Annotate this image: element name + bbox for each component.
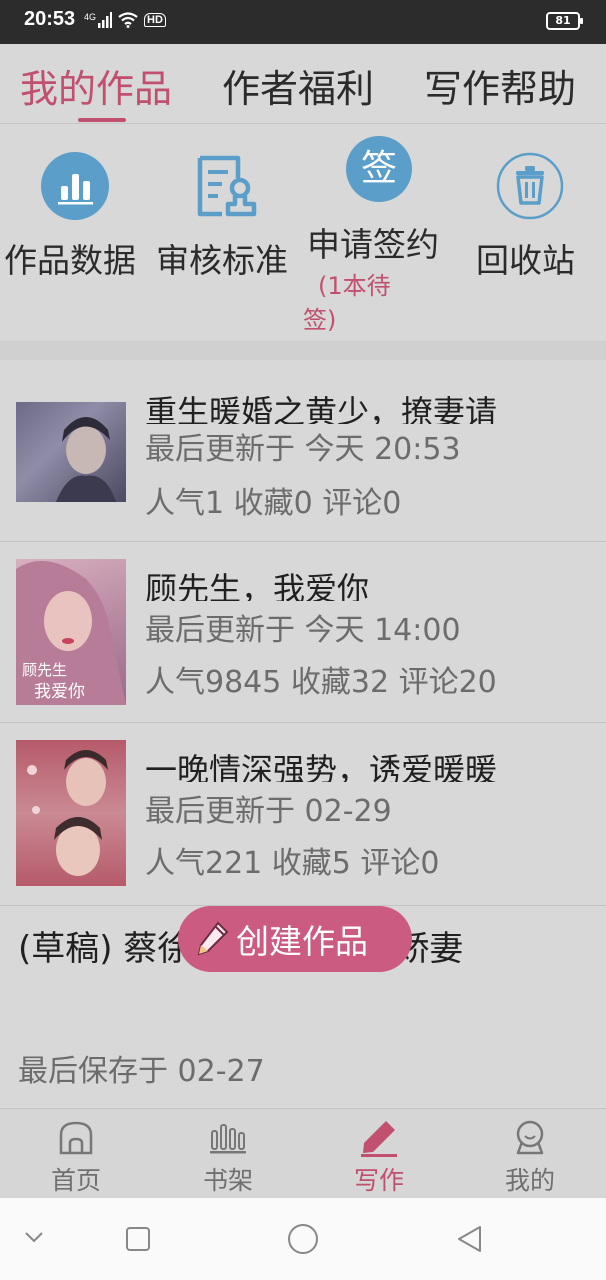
book-stats: 人气9845 收藏32 评论20 (145, 665, 497, 700)
status-bar: 20:53 4G HD 81 (0, 0, 606, 44)
nav-profile[interactable]: 我的 (480, 1109, 580, 1199)
pen-icon (361, 1121, 397, 1157)
cover-art (56, 417, 116, 502)
section-divider (0, 342, 606, 360)
home-icon (59, 1121, 93, 1155)
tab-author-benefits[interactable]: 作者福利 (222, 58, 374, 113)
svg-text:顾先生: 顾先生 (22, 661, 67, 679)
book-item[interactable]: 顾先生 我爱你 顾先生，我爱你 最后更新于 今天 14:00 人气9845 收藏… (0, 543, 606, 723)
quick-actions: 作品数据 审核标准 签 申请签约 (1本待 签) 回收站 (0, 124, 606, 342)
action-work-data-label: 作品数据 (4, 241, 136, 280)
chevron-down-icon[interactable] (24, 1230, 44, 1244)
book-updated: 最后更新于 02-29 (145, 794, 392, 829)
action-apply-contract-label: 申请签约 (307, 225, 439, 264)
book-stats: 人气1 收藏0 评论0 (145, 486, 402, 521)
book-title[interactable]: 顾先生，我爱你 (145, 567, 590, 601)
book-cover[interactable]: 顾先生 我爱你 (16, 559, 126, 705)
sign-icon: 签 (346, 136, 412, 202)
writer-screen: 20:53 4G HD 81 我的作品 作者福利 写作帮助 作品数据 审核标准 … (0, 0, 606, 1280)
pending-contract-note-line1: (1本待 (318, 272, 391, 300)
pencil-icon (197, 921, 229, 956)
home-button-icon[interactable] (287, 1223, 319, 1255)
signal-icon (98, 12, 113, 28)
nav-bookshelf-label: 书架 (202, 1166, 253, 1195)
draft-saved: 最后保存于 02-27 (18, 1054, 265, 1089)
book-title[interactable]: 一晚情深强势，诱爱暖暖 (145, 748, 590, 782)
nav-home-label: 首页 (50, 1166, 101, 1195)
book-item[interactable]: 一晚情深强势，诱爱暖暖 最后更新于 02-29 人气221 收藏5 评论0 (0, 724, 606, 906)
pending-contract-note-line2: 签) (303, 306, 337, 334)
create-work-button[interactable]: 创建作品 (178, 906, 412, 972)
active-tab-indicator (78, 118, 126, 122)
nav-write-label: 写作 (353, 1166, 404, 1195)
nav-home[interactable]: 首页 (26, 1109, 126, 1199)
battery-icon: 81 (546, 12, 583, 30)
bar-chart-icon (41, 152, 109, 220)
tab-writing-help[interactable]: 写作帮助 (424, 58, 576, 113)
nav-profile-label: 我的 (504, 1166, 555, 1195)
book-cover[interactable] (16, 740, 126, 886)
profile-icon (516, 1120, 544, 1155)
status-icons: 4G HD (84, 12, 166, 28)
nav-bookshelf[interactable]: 书架 (178, 1109, 278, 1199)
hd-badge: HD (144, 13, 166, 27)
action-review-standard-label: 审核标准 (156, 241, 288, 280)
back-icon[interactable] (455, 1224, 483, 1254)
cover-art: 顾先生 我爱你 (16, 561, 126, 705)
book-cover[interactable] (16, 402, 126, 502)
create-work-label: 创建作品 (236, 922, 368, 961)
network-label: 4G (84, 12, 97, 22)
tab-my-works[interactable]: 我的作品 (20, 58, 172, 113)
cover-art (27, 750, 108, 876)
recent-apps-icon[interactable] (125, 1226, 151, 1252)
wifi-icon (118, 12, 138, 28)
bookshelf-icon (210, 1124, 246, 1154)
book-updated: 最后更新于 今天 14:00 (145, 613, 461, 648)
system-nav-bar (0, 1198, 606, 1280)
book-title[interactable]: 重生暖婚之黄少，撩妻请 (145, 390, 590, 424)
status-time: 20:53 (24, 8, 76, 30)
book-item[interactable]: 重生暖婚之黄少，撩妻请 最后更新于 今天 20:53 人气1 收藏0 评论0 (0, 360, 606, 542)
book-stats: 人气221 收藏5 评论0 (145, 846, 440, 881)
action-recycle-bin-label: 回收站 (476, 241, 575, 280)
bottom-nav: 首页 书架 写作 我的 (0, 1108, 606, 1198)
book-updated: 最后更新于 今天 20:53 (145, 432, 461, 467)
trash-icon (496, 152, 564, 220)
top-tabs: 我的作品 作者福利 写作帮助 (0, 44, 606, 124)
document-stamp-icon (197, 155, 257, 217)
nav-write[interactable]: 写作 (329, 1109, 429, 1199)
svg-text:我爱你: 我爱你 (34, 682, 85, 702)
